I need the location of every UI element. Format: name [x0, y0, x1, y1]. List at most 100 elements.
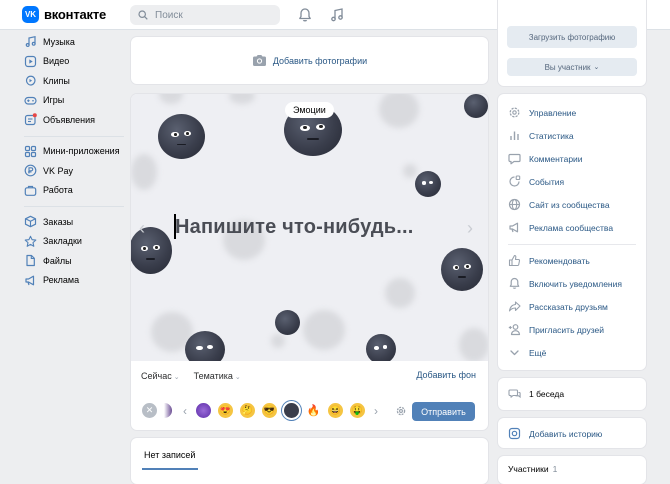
thumbs-up-icon — [508, 254, 521, 267]
add-story-label: Добавить историю — [529, 428, 603, 439]
nav-item-advertising[interactable]: Реклама — [24, 271, 124, 291]
nav-item-clips[interactable]: Клипы — [24, 71, 124, 91]
moon-emoji — [415, 171, 441, 197]
topic-dropdown[interactable]: Тематика ⌄ — [194, 371, 241, 381]
menu-item-share[interactable]: Рассказать друзьям — [508, 300, 608, 313]
nav-item-music[interactable]: Музыка — [24, 32, 124, 52]
bar-chart-icon — [510, 131, 519, 140]
gear-icon[interactable] — [393, 403, 408, 418]
sunglasses-emoji-icon[interactable]: 😎 — [262, 403, 277, 418]
menu-label: Включить уведомления — [529, 278, 622, 289]
nav-item-mini-apps[interactable]: Мини-приложения — [24, 142, 124, 162]
menu-item-manage[interactable]: Управление — [508, 106, 576, 119]
megaphone-icon — [25, 275, 35, 286]
blurred-moon — [403, 164, 417, 178]
nav-item-work[interactable]: Работа — [24, 181, 124, 201]
menu-label: Пригласить друзей — [529, 324, 604, 335]
moon-emoji — [131, 227, 172, 274]
gear-icon — [509, 107, 520, 118]
add-user-icon — [508, 324, 521, 336]
moon-emoji — [158, 114, 205, 159]
menu-item-site[interactable]: Сайт из сообщества — [508, 198, 610, 211]
fire-emoji-icon[interactable]: 🔥 — [306, 403, 321, 418]
menu-item-notifications[interactable]: Включить уведомления — [508, 277, 622, 290]
prev-background-arrow[interactable]: ‹ — [139, 218, 145, 239]
nav-label: Файлы — [43, 255, 72, 266]
share-icon — [508, 301, 521, 312]
chevron-left-icon[interactable]: ‹ — [181, 403, 189, 418]
bell-icon — [509, 277, 520, 289]
post-text-input[interactable]: Напишите что-нибудь... — [175, 216, 414, 239]
moon-emoji-icon-selected[interactable] — [284, 403, 299, 418]
chat-item[interactable]: 1 беседа — [508, 387, 564, 400]
nav-item-files[interactable]: Файлы — [24, 251, 124, 271]
nav-item-orders[interactable]: Заказы — [24, 212, 124, 232]
nav-label: Объявления — [43, 114, 96, 125]
moon-emoji — [441, 248, 483, 291]
moon-emoji — [275, 310, 300, 335]
chevron-down-icon — [510, 350, 519, 356]
send-button[interactable]: Отправить — [412, 402, 475, 421]
chats-card[interactable]: 1 беседа — [498, 378, 646, 410]
clips-icon — [25, 75, 36, 86]
moon-emoji — [464, 94, 488, 118]
camera-icon — [252, 55, 266, 66]
nav-item-ads[interactable]: Объявления — [24, 110, 124, 130]
chat-bubbles-icon — [508, 389, 521, 399]
vkpay-icon — [24, 164, 37, 177]
members-card[interactable]: Участники 1 — [498, 456, 646, 484]
vk-logo[interactable]: VK вконтакте — [22, 6, 106, 23]
menu-item-invite[interactable]: Пригласить друзей — [508, 323, 604, 336]
add-photos-card[interactable]: Добавить фотографии — [131, 37, 488, 84]
time-dropdown[interactable]: Сейчас ⌄ — [141, 371, 180, 381]
nav-item-games[interactable]: Игры — [24, 91, 124, 111]
events-icon — [509, 175, 521, 187]
laughing-emoji-icon[interactable]: 😆 — [328, 403, 343, 418]
menu-item-stats[interactable]: Статистика — [508, 129, 574, 142]
blurred-moon — [385, 278, 415, 308]
blurred-moon — [159, 94, 183, 104]
topic-label: Тематика — [193, 371, 233, 381]
thinking-emoji-icon[interactable]: 🤔 — [240, 403, 255, 418]
briefcase-icon — [24, 185, 37, 196]
emotion-tag: Эмоции — [285, 102, 334, 118]
nav-item-vkpay[interactable]: VK Pay — [24, 161, 124, 181]
search-input[interactable]: Поиск — [130, 5, 280, 25]
money-emoji-icon[interactable]: 🤑 — [350, 403, 365, 418]
menu-item-community-ads[interactable]: Реклама сообщества — [508, 221, 613, 234]
nav-label: Мини-приложения — [43, 146, 120, 157]
music-note-icon[interactable] — [329, 7, 345, 23]
chevron-right-icon[interactable]: › — [372, 403, 380, 418]
story-card[interactable]: Добавить историю — [498, 418, 646, 448]
nav-item-video[interactable]: Видео — [24, 52, 124, 72]
left-sidebar: Музыка Видео Клипы Игры Объявления Мини-… — [24, 32, 124, 290]
vk-logo-text: вконтакте — [44, 7, 107, 22]
nav-label: Реклама — [43, 275, 80, 286]
add-story-item[interactable]: Добавить историю — [508, 427, 602, 440]
members-header[interactable]: Участники 1 — [508, 464, 557, 474]
menu-item-more[interactable]: Ещё — [508, 346, 546, 359]
menu-label: Статистика — [529, 130, 574, 141]
purple-background-option[interactable] — [196, 403, 211, 418]
nav-divider — [24, 206, 124, 207]
heart-eyes-emoji-icon[interactable]: 😍 — [218, 403, 233, 418]
clear-background-icon[interactable]: ✕ — [142, 403, 157, 418]
tab-no-records[interactable]: Нет записей — [144, 450, 195, 460]
next-background-arrow[interactable]: › — [467, 218, 473, 239]
menu-label: События — [529, 176, 565, 187]
post-options-row: Сейчас ⌄ Тематика ⌄ Добавить фон — [131, 361, 488, 391]
post-composer: Эмоции ‹ › Напишите что-нибудь... Сейчас… — [131, 94, 488, 430]
menu-item-events[interactable]: События — [508, 175, 564, 188]
nav-label: Работа — [43, 185, 73, 196]
vk-logo-mark: VK — [22, 6, 39, 23]
menu-item-recommend[interactable]: Рекомендовать — [508, 254, 590, 267]
nav-item-bookmarks[interactable]: Закладки — [24, 232, 124, 252]
chevron-down-icon: ⌄ — [593, 64, 600, 71]
gradient-background-option[interactable] — [164, 403, 172, 418]
menu-item-comments[interactable]: Комментарии — [508, 152, 583, 165]
member-status-button[interactable]: Вы участник ⌄ — [507, 58, 637, 76]
bell-icon[interactable] — [297, 7, 313, 23]
upload-photo-button[interactable]: Загрузить фотографию — [507, 26, 637, 48]
add-background-link[interactable]: Добавить фон — [416, 370, 476, 380]
box-icon — [24, 215, 37, 228]
